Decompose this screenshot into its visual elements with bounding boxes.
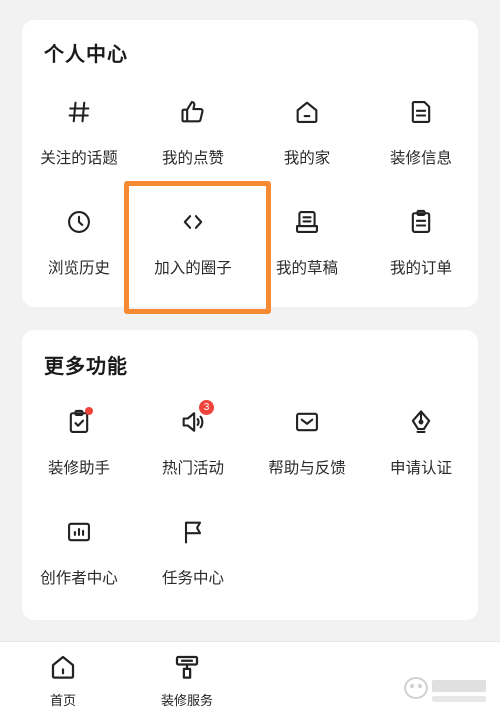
followed-topics-label: 关注的话题 [40, 149, 118, 167]
more-features-card: 更多功能 装修助手 3 热门活动 帮助与反馈 申请认证 创作者中心 任务中心 [22, 330, 478, 620]
task-center-button[interactable]: 任务中心 [136, 516, 250, 616]
watermark-logo [404, 677, 486, 702]
flag-icon [177, 516, 209, 548]
my-home-button[interactable]: 我的家 [250, 96, 364, 196]
pen-nib-icon [405, 406, 437, 438]
renovation-info-button[interactable]: 装修信息 [364, 96, 478, 196]
draft-icon [291, 206, 323, 238]
tab-renovation-service[interactable]: 装修服务 [142, 652, 232, 709]
renovation-assistant-button[interactable]: 装修助手 [22, 406, 136, 506]
browse-history-button[interactable]: 浏览历史 [22, 206, 136, 306]
paint-roller-icon [175, 655, 199, 679]
notification-dot [85, 407, 93, 415]
tab-renovation-service-label: 装修服务 [160, 694, 213, 709]
my-drafts-button[interactable]: 我的草稿 [250, 206, 364, 306]
followed-topics-button[interactable]: 关注的话题 [22, 96, 136, 196]
thumbs-up-icon [177, 96, 209, 128]
apply-certification-label: 申请认证 [389, 459, 452, 477]
hashtag-icon [63, 96, 95, 128]
personal-center-title: 个人中心 [44, 42, 128, 66]
task-center-label: 任务中心 [161, 569, 224, 587]
browse-history-label: 浏览历史 [47, 259, 110, 277]
personal-center-card: 个人中心 关注的话题 我的点赞 我的家 装修信息 浏览历史 加入的圈子 我的草稿… [22, 20, 478, 307]
clipboard-icon [405, 206, 437, 238]
speaker-icon: 3 [177, 400, 214, 438]
my-orders-label: 我的订单 [389, 259, 452, 277]
creator-center-button[interactable]: 创作者中心 [22, 516, 136, 616]
renovation-assistant-label: 装修助手 [47, 459, 110, 477]
mail-icon [291, 406, 323, 438]
apply-certification-button[interactable]: 申请认证 [364, 406, 478, 506]
joined-circles-label: 加入的圈子 [154, 259, 232, 277]
my-likes-label: 我的点赞 [161, 149, 224, 167]
tab-home[interactable]: 首页 [18, 652, 108, 709]
checklist-icon [63, 406, 95, 438]
clock-icon [63, 206, 95, 238]
renovation-info-label: 装修信息 [389, 149, 452, 167]
bar-chart-icon [63, 516, 95, 548]
tab-home-label: 首页 [49, 694, 76, 709]
help-feedback-label: 帮助与反馈 [268, 459, 346, 477]
document-icon [405, 96, 437, 128]
hot-events-label: 热门活动 [161, 459, 224, 477]
bottom-tab-bar: 首页 装修服务 [0, 641, 500, 714]
help-feedback-button[interactable]: 帮助与反馈 [250, 406, 364, 506]
events-count-badge: 3 [199, 400, 214, 415]
my-orders-button[interactable]: 我的订单 [364, 206, 478, 306]
joined-circles-button[interactable]: 加入的圈子 [136, 206, 250, 306]
my-likes-button[interactable]: 我的点赞 [136, 96, 250, 196]
more-features-title: 更多功能 [44, 354, 128, 378]
my-drafts-label: 我的草稿 [275, 259, 338, 277]
creator-center-label: 创作者中心 [40, 569, 118, 587]
code-brackets-icon [177, 206, 209, 238]
hot-events-button[interactable]: 3 热门活动 [136, 400, 250, 506]
home-icon [291, 96, 323, 128]
my-home-label: 我的家 [283, 149, 331, 167]
home-tab-icon [51, 655, 75, 679]
